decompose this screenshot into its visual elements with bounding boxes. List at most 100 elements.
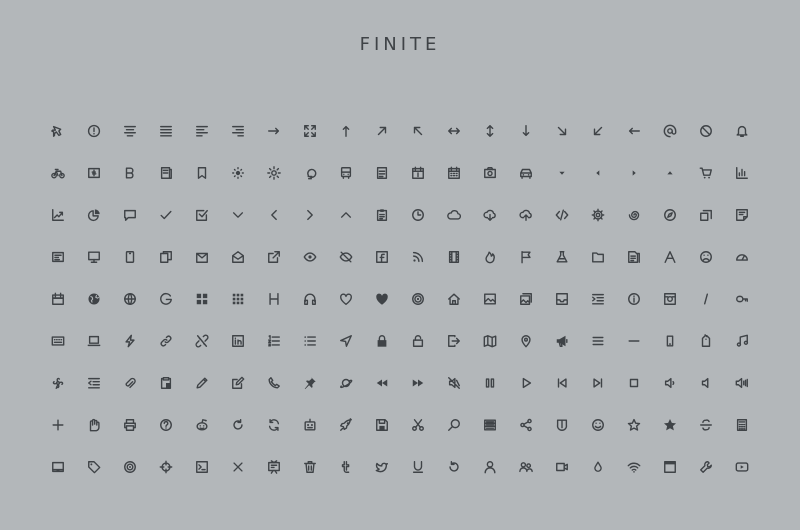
align-center-icon	[112, 110, 148, 152]
caret-left-icon	[580, 152, 616, 194]
caret-down-icon	[544, 152, 580, 194]
smile-icon	[580, 404, 616, 446]
check-icon	[148, 194, 184, 236]
flower-icon	[40, 362, 76, 404]
laptop-icon	[76, 320, 112, 362]
at-sign-icon	[652, 110, 688, 152]
arrow-down-icon	[508, 110, 544, 152]
eye-off-icon	[328, 236, 364, 278]
paperclip-icon	[112, 362, 148, 404]
bar-chart-icon	[724, 152, 760, 194]
outdent-icon	[76, 362, 112, 404]
music-icon	[724, 320, 760, 362]
key-icon	[724, 278, 760, 320]
megaphone-icon	[544, 320, 580, 362]
arrows-vertical-icon	[472, 110, 508, 152]
undo-icon	[436, 446, 472, 488]
underline-icon	[400, 446, 436, 488]
globe-icon	[112, 278, 148, 320]
calendar-day-icon	[400, 152, 436, 194]
cloud-upload-icon	[508, 194, 544, 236]
caret-right-icon	[616, 152, 652, 194]
caret-up-icon	[652, 152, 688, 194]
external-link-icon	[256, 236, 292, 278]
server-icon	[472, 404, 508, 446]
trash-icon	[292, 446, 328, 488]
brightness-high-icon	[256, 152, 292, 194]
indent-icon	[580, 278, 616, 320]
bookmark-icon	[184, 152, 220, 194]
arrow-up-icon	[328, 110, 364, 152]
close-icon	[220, 446, 256, 488]
star-filled-icon	[652, 404, 688, 446]
redo-icon	[220, 404, 256, 446]
lightbulb-icon	[292, 152, 328, 194]
fast-forward-icon	[400, 362, 436, 404]
spiral-icon	[616, 194, 652, 236]
eye-icon	[292, 236, 328, 278]
window-icon	[652, 446, 688, 488]
bicycle-icon	[40, 152, 76, 194]
facebook-icon	[364, 236, 400, 278]
bus-icon	[328, 152, 364, 194]
card-icon	[40, 236, 76, 278]
map-pin-icon	[508, 320, 544, 362]
calendar-event-icon	[40, 278, 76, 320]
bold-icon	[112, 152, 148, 194]
pencil-icon	[184, 362, 220, 404]
ordered-list-icon	[256, 320, 292, 362]
chevron-left-icon	[256, 194, 292, 236]
film-icon	[436, 236, 472, 278]
calculator-icon	[724, 404, 760, 446]
file-copy-icon	[616, 236, 652, 278]
align-left-icon	[184, 110, 220, 152]
pin-icon	[292, 362, 328, 404]
image-icon	[472, 278, 508, 320]
lightning-icon	[112, 320, 148, 362]
volume-low-icon	[652, 362, 688, 404]
font-icon	[652, 236, 688, 278]
gauge-icon	[724, 236, 760, 278]
flag-icon	[508, 236, 544, 278]
tag-hang-icon	[688, 320, 724, 362]
mobile-icon	[112, 236, 148, 278]
bell-icon	[724, 110, 760, 152]
ban-icon	[688, 110, 724, 152]
expand-icon	[292, 110, 328, 152]
compass-icon	[652, 194, 688, 236]
money-icon	[76, 152, 112, 194]
share-icon	[508, 404, 544, 446]
sad-face-icon	[688, 236, 724, 278]
volume-high-icon	[724, 362, 760, 404]
user-icon	[472, 446, 508, 488]
home-icon	[436, 278, 472, 320]
arrow-up-right-icon	[364, 110, 400, 152]
flask-icon	[544, 236, 580, 278]
strikethrough-icon	[688, 404, 724, 446]
folder-icon	[580, 236, 616, 278]
pause-icon	[472, 362, 508, 404]
note-icon	[724, 194, 760, 236]
heading-icon	[256, 278, 292, 320]
italic-icon	[688, 278, 724, 320]
car-icon	[508, 152, 544, 194]
arrows-horizontal-icon	[436, 110, 472, 152]
book-icon	[148, 152, 184, 194]
unordered-list-icon	[292, 320, 328, 362]
hand-icon	[76, 404, 112, 446]
clock-icon	[400, 194, 436, 236]
crosshair-icon	[148, 446, 184, 488]
map-icon	[472, 320, 508, 362]
google-icon	[148, 278, 184, 320]
rocket-icon	[328, 404, 364, 446]
radio-target-icon	[112, 446, 148, 488]
fire-icon	[472, 236, 508, 278]
envelope-open-icon	[220, 236, 256, 278]
play-icon	[508, 362, 544, 404]
camera-icon	[472, 152, 508, 194]
skip-back-icon	[544, 362, 580, 404]
scissors-icon	[400, 404, 436, 446]
align-right-icon	[220, 110, 256, 152]
refresh-icon	[256, 404, 292, 446]
volume-mid-icon	[688, 362, 724, 404]
